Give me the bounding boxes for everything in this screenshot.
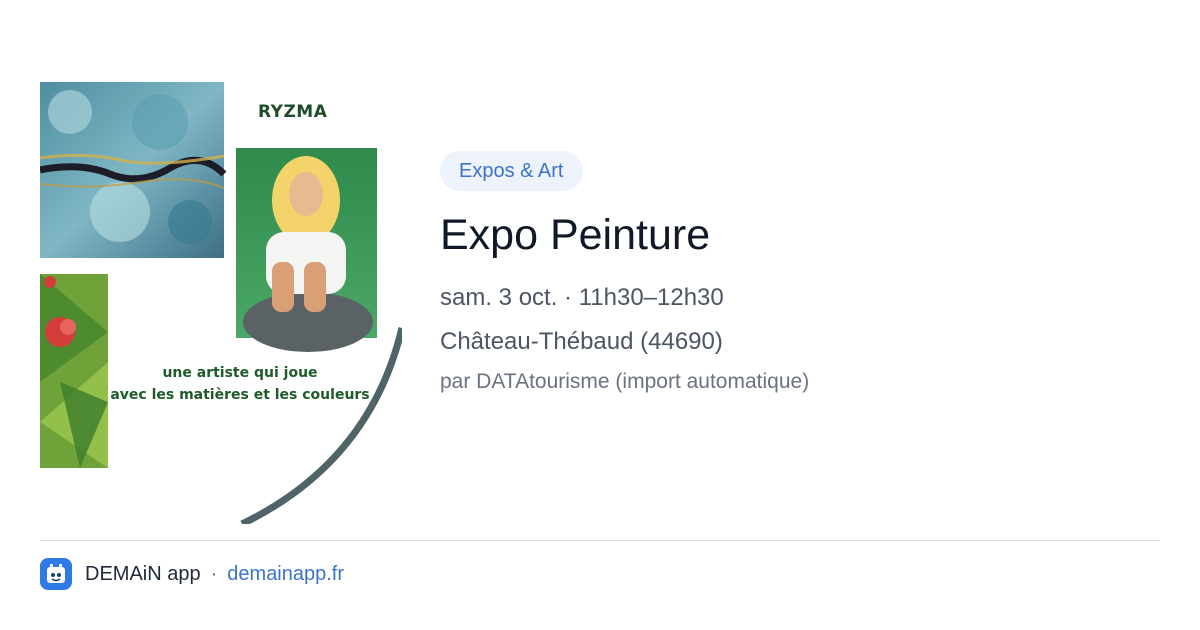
footer: DEMAiN app · demainapp.fr bbox=[40, 557, 344, 591]
event-source: par DATAtourisme (import automatique) bbox=[440, 370, 810, 393]
category-badge[interactable]: Expos & Art bbox=[440, 151, 583, 191]
artwork-collage bbox=[40, 82, 402, 524]
artist-tagline: une artiste qui joue avec les matières e… bbox=[100, 362, 380, 406]
app-url-link[interactable]: demainapp.fr bbox=[227, 563, 344, 586]
tagline-line: une artiste qui joue bbox=[162, 365, 318, 381]
flower-painting bbox=[40, 274, 108, 468]
tagline-line: avec les matières et les couleurs bbox=[110, 387, 370, 403]
artist-name: RYZMA bbox=[258, 102, 328, 122]
event-datetime: sam. 3 oct. · 11h30–12h30 bbox=[440, 284, 724, 311]
event-title: Expo Peinture bbox=[440, 211, 711, 259]
app-logo-icon bbox=[40, 558, 72, 590]
event-details: Expos & Art Expo Peinture sam. 3 oct. · … bbox=[440, 151, 1160, 395]
decorative-arc bbox=[240, 327, 402, 524]
event-image: RYZMA une artiste qui joue avec les mati… bbox=[40, 82, 402, 524]
portrait-painting bbox=[236, 148, 377, 352]
event-location: Château-Thébaud (44690) bbox=[440, 328, 723, 355]
footer-separator: · bbox=[210, 562, 218, 585]
footer-divider bbox=[40, 540, 1160, 541]
abstract-painting bbox=[40, 82, 227, 258]
app-name: DEMAiN app bbox=[85, 562, 201, 585]
